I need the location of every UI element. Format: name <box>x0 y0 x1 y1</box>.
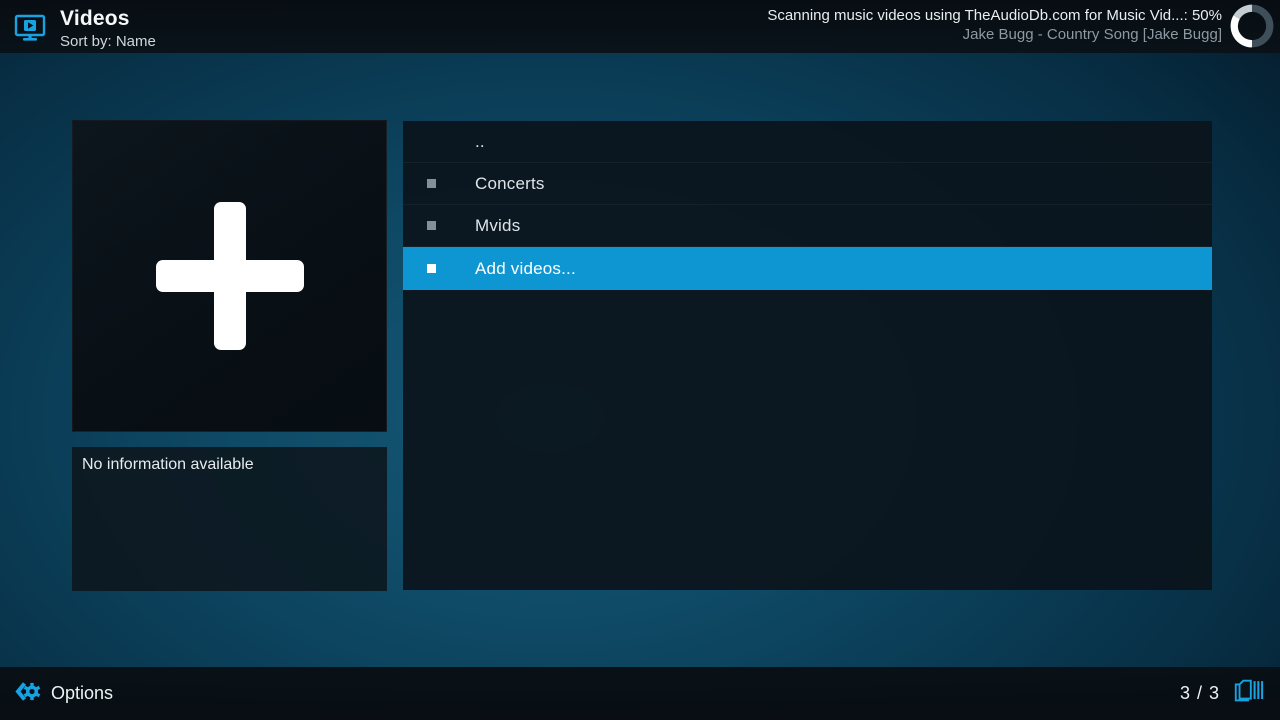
scan-status: Scanning music videos using TheAudioDb.c… <box>767 7 1222 44</box>
page-position: 3 / 3 <box>1180 667 1264 720</box>
options-button[interactable]: Options <box>14 667 113 720</box>
item-bullet-icon <box>427 264 436 273</box>
videos-tv-icon <box>14 14 46 49</box>
bottom-bar: Options 3 / 3 <box>0 667 1280 720</box>
options-gear-icon <box>14 678 41 710</box>
top-bar: Videos Sort by: Name Scanning music vide… <box>0 0 1280 53</box>
list-item-label: .. <box>475 132 485 152</box>
scan-status-text: Scanning music videos using TheAudioDb.c… <box>767 7 1222 25</box>
item-bullet-icon <box>427 179 436 188</box>
header-left: Videos Sort by: Name <box>14 6 156 51</box>
position-indicator: 3 / 3 <box>1180 683 1220 704</box>
item-count-pages-icon <box>1232 677 1264 710</box>
focused-item-thumbnail <box>72 120 387 432</box>
options-label: Options <box>51 683 113 704</box>
title-block: Videos Sort by: Name <box>60 6 156 51</box>
sort-by-label[interactable]: Sort by: Name <box>60 32 156 51</box>
add-source-plus-icon <box>156 202 304 350</box>
scan-current-item: Jake Bugg - Country Song [Jake Bugg] <box>767 26 1222 44</box>
list-item-mvids[interactable]: Mvids <box>403 205 1212 247</box>
list-item-parent-dir[interactable]: .. <box>403 121 1212 163</box>
file-list: .. Concerts Mvids Add videos... <box>403 121 1212 590</box>
info-panel: No information available <box>72 447 387 591</box>
busy-spinner-icon <box>1229 3 1275 54</box>
page-title: Videos <box>60 6 156 32</box>
list-item-concerts[interactable]: Concerts <box>403 163 1212 205</box>
list-item-add-videos[interactable]: Add videos... <box>403 247 1212 290</box>
list-item-label: Concerts <box>475 174 545 194</box>
item-bullet-icon <box>427 221 436 230</box>
list-item-label: Mvids <box>475 216 520 236</box>
list-item-label: Add videos... <box>475 259 576 279</box>
info-text: No information available <box>82 456 377 474</box>
